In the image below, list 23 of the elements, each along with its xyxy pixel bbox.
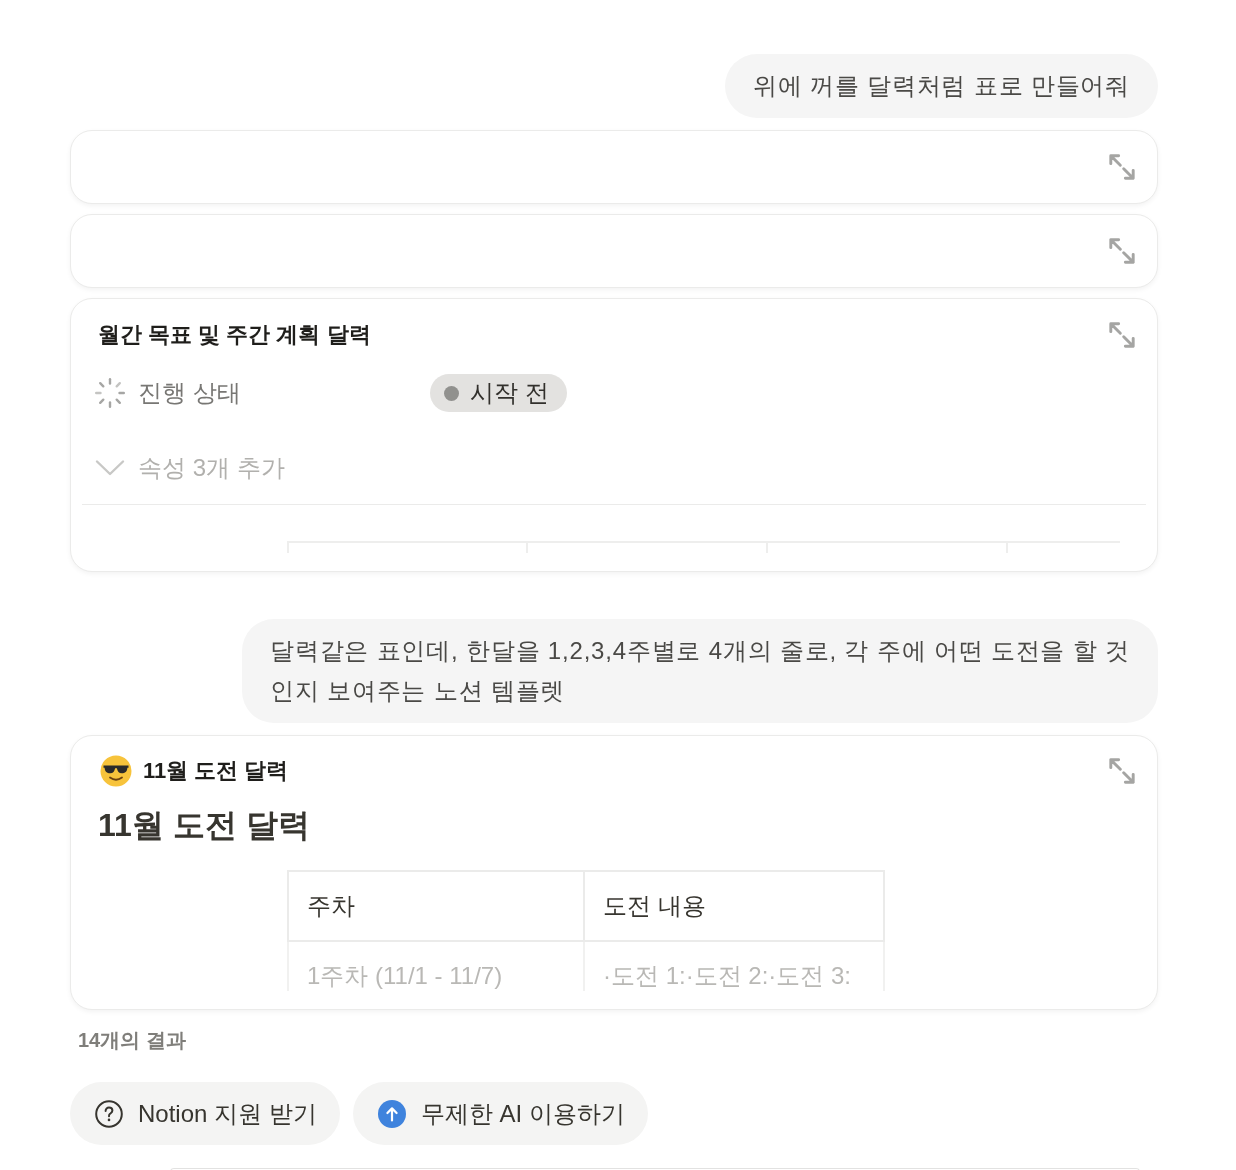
- page-title: 월간 목표 및 주간 계획 달력: [98, 321, 371, 349]
- table-cell: 1주차 (11/1 - 11/7): [288, 941, 584, 991]
- property-name: 진행 상태: [138, 378, 241, 408]
- table-header-cell: 주차: [288, 871, 584, 941]
- table-cell: ·도전 1:·도전 2:·도전 3:: [584, 941, 884, 991]
- help-button[interactable]: Notion 지원 받기: [70, 1082, 340, 1145]
- upgrade-button[interactable]: 무제한 AI 이용하기: [352, 1082, 648, 1145]
- expand-icon[interactable]: [1108, 321, 1136, 349]
- arrow-up-icon: [377, 1099, 406, 1128]
- table-header-cell: 도전 내용: [584, 871, 884, 941]
- status-value: 시작 전: [470, 378, 549, 408]
- spinner-icon: [95, 378, 125, 408]
- user-message: 달력같은 표인데, 한달을 1,2,3,4주별로 4개의 줄로, 각 주에 어떤 도전을 할 것인지 보여주는 노션 템플렛: [242, 619, 1158, 723]
- help-icon: [95, 1099, 123, 1128]
- chevron-down-icon: [95, 459, 125, 477]
- expand-icon[interactable]: [1108, 237, 1136, 265]
- expand-icon[interactable]: [1108, 757, 1136, 785]
- page-heading: 11월 도전 달력: [98, 806, 310, 845]
- user-message: 위에 꺼를 달력처럼 표로 만들어줘: [724, 54, 1158, 118]
- results-count: 14개의 결과: [77, 1028, 186, 1052]
- expand-icon[interactable]: [1108, 153, 1136, 181]
- page-title: 11월 도전 달력: [143, 757, 289, 785]
- sunglasses-face-icon: [100, 755, 132, 787]
